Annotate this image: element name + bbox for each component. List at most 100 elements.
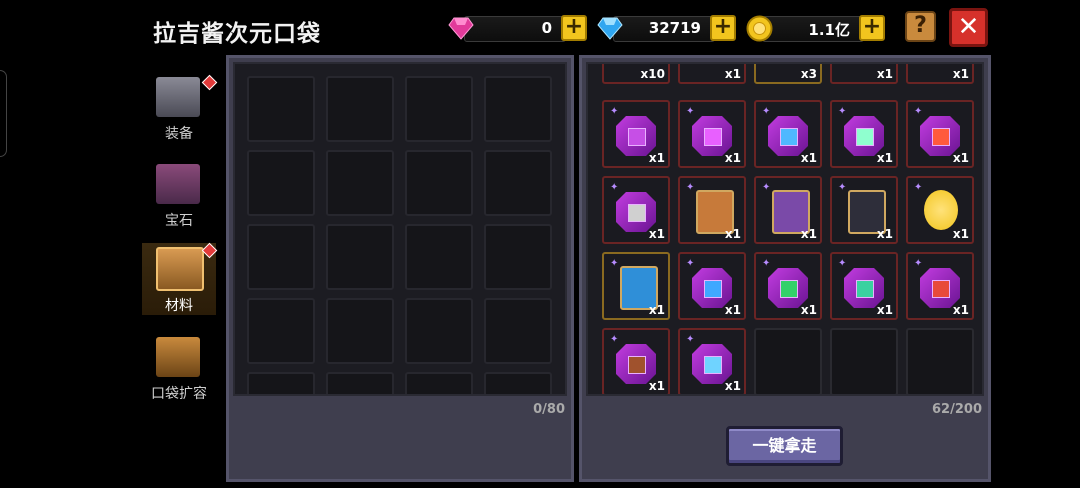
- coin-amount: 1.1亿: [808, 21, 850, 39]
- sparkle-icon: ✦: [914, 182, 923, 193]
- empty-slot[interactable]: [326, 150, 394, 216]
- empty-slot[interactable]: [247, 372, 315, 394]
- sparkle-icon: ✦: [762, 182, 771, 193]
- sparkle-icon: ✦: [762, 106, 771, 117]
- gem-item-icon: [768, 116, 808, 156]
- sparkle-icon: ✦: [838, 106, 847, 117]
- tab-gems[interactable]: 宝石: [142, 160, 216, 230]
- close-button[interactable]: ✕: [949, 8, 988, 47]
- item-quantity: x1: [952, 303, 969, 317]
- item-slot[interactable]: x1: [830, 64, 898, 84]
- empty-slot[interactable]: [247, 76, 315, 142]
- gem-core: [704, 356, 722, 374]
- empty-slot[interactable]: [484, 224, 552, 290]
- empty-slot[interactable]: [830, 328, 898, 394]
- empty-slot[interactable]: [906, 328, 974, 394]
- diamond-currency: 32719 +: [597, 14, 739, 42]
- item-slot[interactable]: x1: [678, 64, 746, 84]
- empty-slot[interactable]: [326, 372, 394, 394]
- item-slot[interactable]: ✦ x1: [678, 176, 746, 244]
- item-slot[interactable]: ✦ x1: [678, 100, 746, 168]
- tab-materials[interactable]: 材料: [142, 242, 218, 315]
- sparkle-icon: ✦: [762, 258, 771, 269]
- add-gem-button[interactable]: +: [561, 15, 587, 41]
- item-slot[interactable]: ✦ x1: [678, 328, 746, 394]
- empty-slot[interactable]: [247, 298, 315, 364]
- add-coin-button[interactable]: +: [859, 15, 885, 41]
- item-slot[interactable]: ✦ x1: [906, 176, 974, 244]
- armor-icon: [156, 77, 200, 117]
- tab-label: 装备: [165, 126, 193, 142]
- item-slot[interactable]: ✦ x1: [678, 252, 746, 320]
- item-slot[interactable]: ✦ x1: [754, 100, 822, 168]
- item-quantity: x1: [724, 379, 741, 393]
- right-grid[interactable]: x10 x1 x3 x1 x1 ✦ x1 ✦ x1 ✦ x1 ✦ x1 ✦ x1 ✦ x1 ✦ x1 ✦ x1 ✦ x1 ✦ x…: [586, 62, 984, 396]
- right-capacity: 62/200: [932, 402, 982, 417]
- tab-pocket-expand[interactable]: 口袋扩容: [142, 333, 216, 403]
- empty-slot[interactable]: [484, 372, 552, 394]
- item-slot[interactable]: x3: [754, 64, 822, 84]
- tab-label: 口袋扩容: [151, 386, 207, 402]
- gem-item-icon: [920, 268, 960, 308]
- empty-slot[interactable]: [247, 224, 315, 290]
- item-quantity: x1: [952, 151, 969, 165]
- item-slot[interactable]: ✦ x1: [602, 252, 670, 320]
- empty-slot[interactable]: [484, 298, 552, 364]
- empty-slot[interactable]: [484, 76, 552, 142]
- blue-diamond-icon: [597, 17, 623, 40]
- diamond-amount: 32719: [648, 19, 701, 37]
- gem-core: [704, 280, 722, 298]
- empty-slot[interactable]: [326, 76, 394, 142]
- empty-slot[interactable]: [247, 150, 315, 216]
- pink-gem-icon: [448, 17, 474, 40]
- gem-item-icon: [844, 116, 884, 156]
- side-edge-handle[interactable]: [0, 70, 7, 157]
- help-button[interactable]: ?: [905, 11, 936, 42]
- empty-slot[interactable]: [405, 224, 473, 290]
- item-slot[interactable]: ✦ x1: [830, 176, 898, 244]
- item-slot[interactable]: ✦ x1: [602, 328, 670, 394]
- item-quantity: x1: [876, 67, 893, 81]
- gold-relic-icon: [924, 190, 958, 230]
- item-quantity: x1: [648, 379, 665, 393]
- empty-slot[interactable]: [405, 298, 473, 364]
- right-storage-panel: x10 x1 x3 x1 x1 ✦ x1 ✦ x1 ✦ x1 ✦ x1 ✦ x1 ✦ x1 ✦ x1 ✦ x1 ✦ x1 ✦ x…: [579, 55, 991, 482]
- left-capacity: 0/80: [533, 402, 565, 417]
- item-slot[interactable]: ✦ x1: [830, 100, 898, 168]
- empty-slot[interactable]: [754, 328, 822, 394]
- item-slot[interactable]: ✦ x1: [754, 176, 822, 244]
- add-diamond-button[interactable]: +: [710, 15, 736, 41]
- item-slot[interactable]: ✦ x1: [602, 176, 670, 244]
- item-quantity: x1: [724, 227, 741, 241]
- item-quantity: x1: [648, 151, 665, 165]
- item-quantity: x1: [724, 151, 741, 165]
- gem-currency: 0 +: [448, 14, 588, 42]
- item-slot[interactable]: ✦ x1: [602, 100, 670, 168]
- take-all-button[interactable]: 一键拿走: [726, 426, 843, 466]
- item-slot[interactable]: ✦ x1: [830, 252, 898, 320]
- treasure-chest-icon: [156, 337, 200, 377]
- empty-slot[interactable]: [326, 298, 394, 364]
- notification-dot: [201, 74, 218, 91]
- sparkle-icon: ✦: [610, 182, 619, 193]
- notification-dot: [201, 242, 218, 259]
- empty-slot[interactable]: [405, 372, 473, 394]
- sparkle-icon: ✦: [686, 182, 695, 193]
- left-grid[interactable]: [233, 62, 567, 396]
- item-slot[interactable]: x1: [906, 64, 974, 84]
- empty-slot[interactable]: [326, 224, 394, 290]
- tab-equipment[interactable]: 装备: [142, 73, 218, 143]
- sparkle-icon: ✦: [838, 258, 847, 269]
- item-slot[interactable]: ✦ x1: [906, 100, 974, 168]
- item-slot[interactable]: ✦ x1: [754, 252, 822, 320]
- left-storage-panel: 0/80: [226, 55, 574, 482]
- item-quantity: x1: [800, 303, 817, 317]
- item-slot[interactable]: ✦ x1: [906, 252, 974, 320]
- empty-slot[interactable]: [405, 76, 473, 142]
- item-slot[interactable]: x10: [602, 64, 670, 84]
- empty-slot[interactable]: [405, 150, 473, 216]
- empty-slot[interactable]: [484, 150, 552, 216]
- sparkle-icon: ✦: [686, 334, 695, 345]
- sparkle-icon: ✦: [610, 258, 619, 269]
- gold-coin-icon: [746, 15, 773, 42]
